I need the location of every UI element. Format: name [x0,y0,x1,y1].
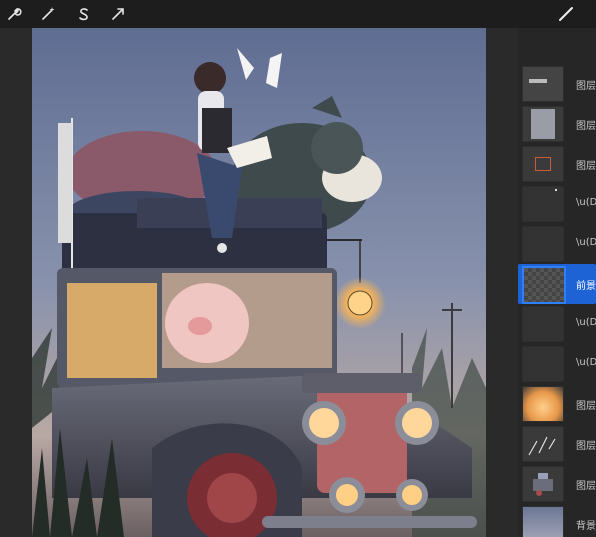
layer-name: 前景 [576,281,596,292]
brush-icon[interactable] [556,4,576,24]
top-toolbar [0,0,596,28]
layer-name: 背景 [576,521,596,532]
layer-thumbnail [522,426,564,462]
layer-row[interactable]: \u(D [518,226,596,266]
layer-name: \u(D [576,357,596,368]
layer-thumbnail [522,306,564,342]
layer-name: \u(D [576,197,596,208]
layer-name: 图层 [576,121,596,132]
layer-row[interactable]: \u(D [518,306,596,346]
left-sidebar [0,28,32,537]
layer-thumbnail [522,466,564,502]
layer-name: \u(D [576,237,596,248]
layer-thumbnail [522,346,564,382]
layer-row-selected[interactable]: 前景 [518,264,596,306]
magic-wand-icon[interactable] [38,4,58,24]
wrench-icon[interactable] [4,4,24,24]
panel-gutter [486,28,518,537]
drawing-canvas[interactable] [32,28,486,537]
layers-panel: 图层 图层 图层 \u(D \u(D 前景 \u(D \u(D 图层 图层 图层… [518,28,596,537]
layer-row[interactable]: 图层 [518,106,596,146]
selection-s-icon[interactable] [74,4,94,24]
layer-row[interactable]: \u(D [518,186,596,226]
layer-thumbnail [522,506,564,537]
layer-thumbnail [522,106,564,142]
layer-row[interactable]: 图层 [518,466,596,506]
layer-row[interactable]: 背景 [518,506,596,537]
layer-thumbnail [522,226,564,262]
layer-row[interactable]: 图层 [518,66,596,106]
transform-arrow-icon[interactable] [108,4,128,24]
layer-name: 图层 [576,441,596,452]
layer-thumbnail [522,146,564,182]
layer-thumbnail [522,186,564,222]
layer-thumbnail [522,266,566,304]
layer-row[interactable]: 图层 [518,426,596,466]
layer-name: 图层 [576,81,596,92]
layer-name: 图层 [576,161,596,172]
layer-name: \u(D [576,317,596,328]
layer-thumbnail [522,386,564,422]
artwork-illustration [32,28,486,537]
layer-thumbnail [522,66,564,102]
layer-name: 图层 [576,481,596,492]
layer-name: 图层 [576,401,596,412]
layer-row[interactable]: \u(D [518,346,596,386]
layer-row[interactable]: 图层 [518,386,596,426]
layer-row[interactable]: 图层 [518,146,596,186]
